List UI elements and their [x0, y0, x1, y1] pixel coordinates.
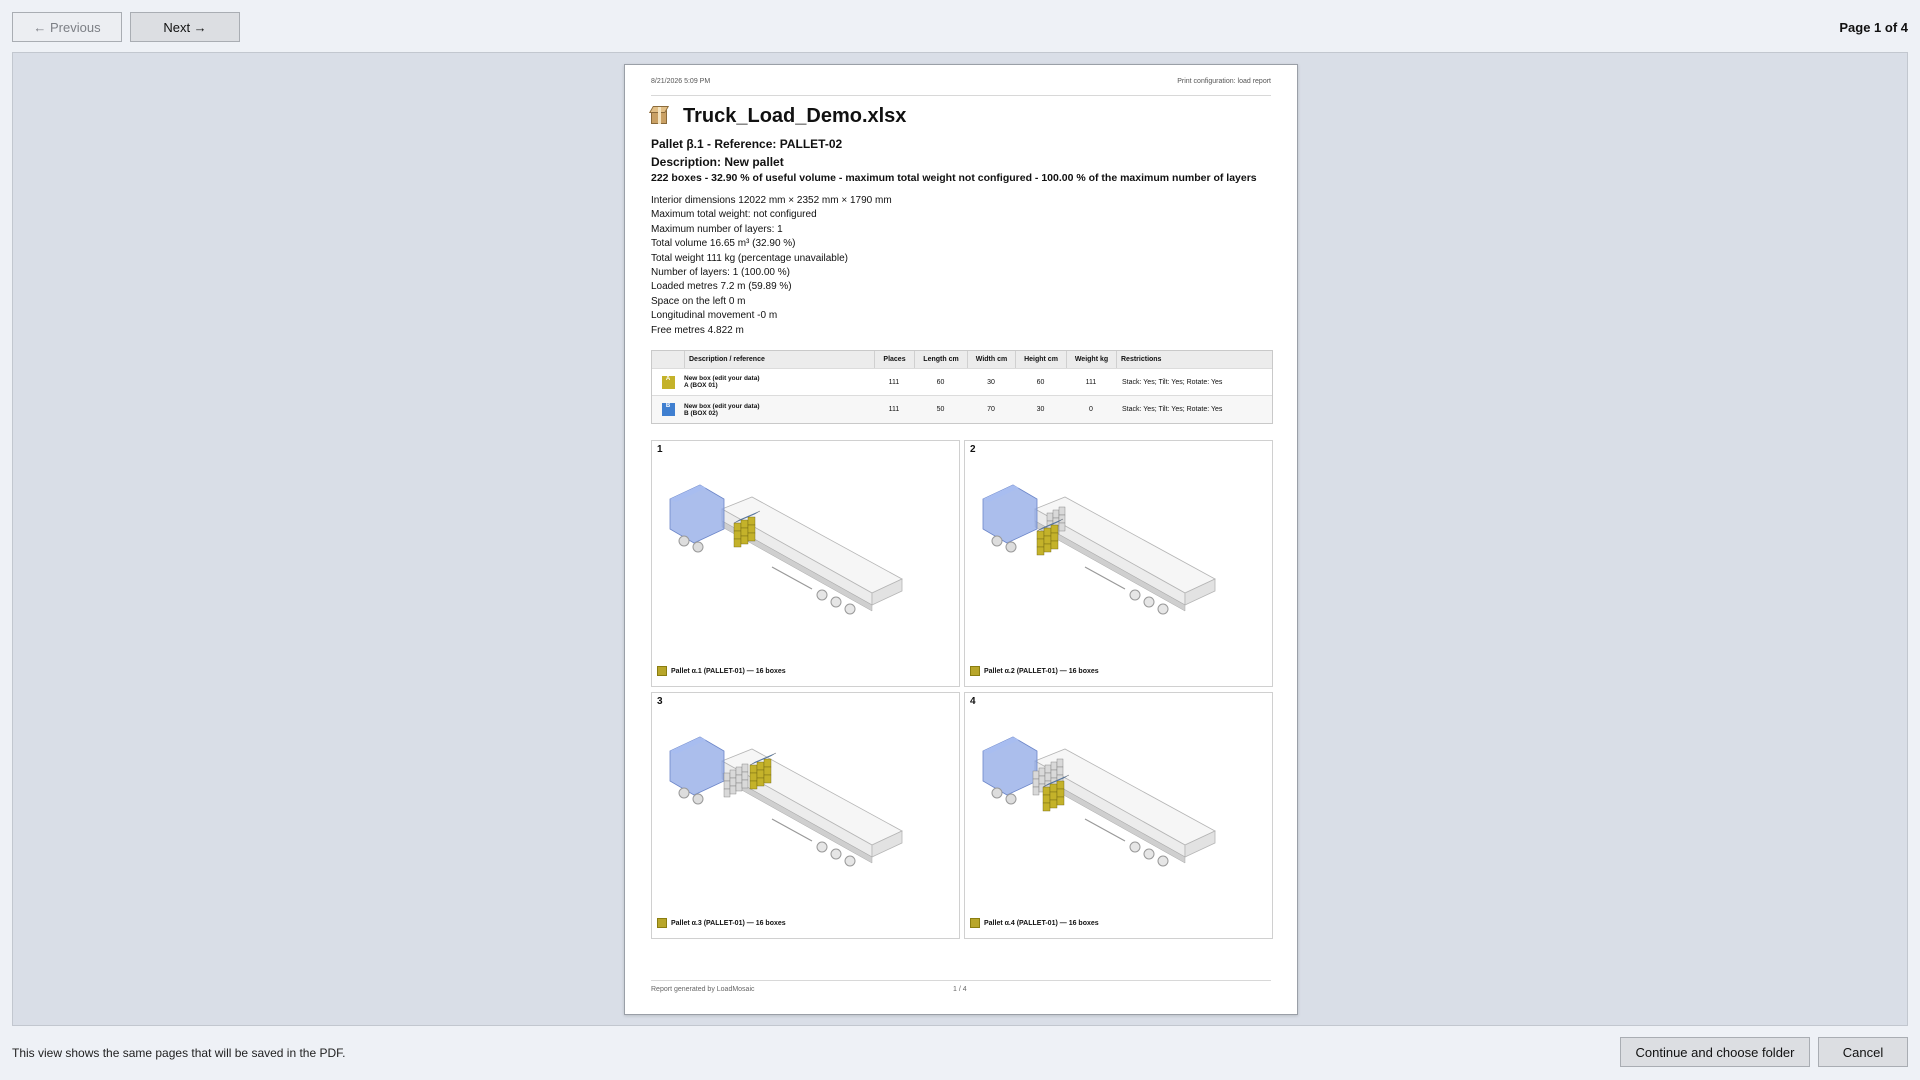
report-timestamp: 8/21/2026 5:09 PM	[651, 78, 711, 85]
weight-cell: 0	[1089, 406, 1093, 413]
box-color-swatch: B	[661, 403, 675, 416]
page-footer: Report generated by LoadMosaic 1 / 4	[651, 980, 1271, 993]
previous-button[interactable]: ← Previous	[12, 12, 122, 42]
step-number: 3	[657, 696, 663, 707]
step-number: 2	[970, 444, 976, 455]
step-number: 4	[970, 696, 976, 707]
step-caption: Pallet α.1 (PALLET-01) — 16 boxes	[657, 666, 786, 676]
generated-by: Report generated by LoadMosaic	[651, 986, 755, 993]
box-table: Description / reference Places Length cm…	[651, 350, 1273, 424]
height-cell: 30	[1036, 406, 1045, 413]
pallet-reference: Pallet β.1 - Reference: PALLET-02	[651, 137, 843, 151]
pallet-description: Description: New pallet	[651, 155, 784, 169]
property-line: Total volume 16.65 m³ (32.90 %)	[651, 238, 796, 250]
load-step-panel: 1 Pallet α.1 (PALLET-01) — 16 boxes	[651, 440, 960, 687]
property-line: Free metres 4.822 m	[651, 324, 744, 336]
cancel-button[interactable]: Cancel	[1818, 1037, 1908, 1067]
pdf-preview-area[interactable]: 8/21/2026 5:09 PM Print configuration: l…	[12, 52, 1908, 1026]
truck-illustration	[669, 736, 903, 867]
pdf-page: 8/21/2026 5:09 PM Print configuration: l…	[624, 64, 1298, 1015]
height-cell: 60	[1036, 378, 1045, 386]
length-cell: 50	[936, 406, 945, 413]
page-indicator: Page 1 of 4	[1839, 20, 1908, 35]
table-header-row: Description / reference Places Length cm…	[652, 351, 1272, 369]
package-icon	[651, 106, 667, 124]
box-description: New box (edit your data) A (BOX 01)	[684, 375, 874, 389]
box-desc-text: New box (edit your data)	[684, 402, 760, 410]
truck-illustration	[982, 484, 1216, 615]
pdf-note: This view shows the same pages that will…	[12, 1046, 346, 1060]
table-row: B New box (edit your data) B (BOX 02) 11…	[652, 396, 1272, 423]
pallet-swatch	[970, 918, 980, 928]
step-caption: Pallet α.3 (PALLET-01) — 16 boxes	[657, 918, 786, 928]
length-cell: 60	[936, 378, 945, 386]
property-line: Maximum number of layers: 1	[651, 223, 783, 235]
box-color-swatch: A	[661, 375, 675, 389]
step-caption-text: Pallet α.4 (PALLET-01) — 16 boxes	[984, 919, 1099, 927]
document-title-text: Truck_Load_Demo.xlsx	[683, 105, 907, 127]
load-step-panel: 2 Pallet α.2 (PALLET-01) — 16 boxes	[964, 440, 1273, 687]
table-header: Length cm	[914, 351, 967, 368]
pallet-swatch	[970, 666, 980, 676]
box-ref-text: B (BOX 02)	[684, 409, 718, 417]
table-header: Weight kg	[1066, 351, 1116, 368]
page-header: 8/21/2026 5:09 PM Print configuration: l…	[651, 78, 1271, 96]
document-title: Truck_Load_Demo.xlsx	[651, 105, 906, 128]
property-line: Interior dimensions 12022 mm × 2352 mm ×…	[651, 195, 892, 206]
truck-illustration	[669, 484, 903, 615]
load-step-panel: 4 Pallet α.4 (PALLET-01) — 16 boxes	[964, 692, 1273, 939]
box-ref-text: A (BOX 01)	[684, 382, 718, 389]
top-toolbar: ← Previous Next → Page 1 of 4	[0, 0, 1920, 52]
restrictions-cell: Stack: Yes; Tilt: Yes; Rotate: Yes	[1122, 406, 1223, 413]
table-header: Description / reference	[684, 351, 874, 368]
property-line: Number of layers: 1 (100.00 %)	[651, 267, 790, 279]
width-cell: 70	[987, 406, 995, 413]
properties-list: Interior dimensions 12022 mm × 2352 mm ×…	[651, 194, 892, 338]
pallet-swatch	[657, 666, 667, 676]
table-header: Height cm	[1015, 351, 1066, 368]
table-header: Places	[874, 351, 914, 368]
table-header-swatch	[652, 351, 684, 368]
property-line: Maximum total weight: not configured	[651, 209, 817, 221]
table-header: Width cm	[967, 351, 1015, 368]
continue-choose-folder-button[interactable]: Continue and choose folder	[1620, 1037, 1810, 1067]
places-cell: 111	[888, 378, 900, 386]
property-line: Longitudinal movement -0 m	[651, 310, 778, 322]
table-header: Restrictions	[1116, 351, 1272, 368]
step-caption: Pallet α.2 (PALLET-01) — 16 boxes	[970, 666, 1099, 676]
places-cell: 111	[888, 406, 900, 413]
box-description: New box (edit your data) B (BOX 02)	[684, 403, 874, 417]
width-cell: 30	[987, 378, 995, 386]
property-line: Space on the left 0 m	[651, 295, 746, 307]
load-step-panel: 3 Pallet α.3 (PALLET-01) — 16 boxes	[651, 692, 960, 939]
print-config-label: Print configuration: load report	[1177, 78, 1271, 85]
property-line: Total weight 111 kg (percentage unavaila…	[651, 252, 848, 264]
box-desc-text: New box (edit your data)	[684, 375, 760, 382]
page-number: 1 / 4	[953, 986, 967, 993]
step-caption-text: Pallet α.1 (PALLET-01) — 16 boxes	[671, 667, 786, 675]
pallet-swatch	[657, 918, 667, 928]
table-row: A New box (edit your data) A (BOX 01) 11…	[652, 369, 1272, 396]
weight-cell: 111	[1085, 378, 1097, 386]
step-caption-text: Pallet α.3 (PALLET-01) — 16 boxes	[671, 919, 786, 927]
step-caption-text: Pallet α.2 (PALLET-01) — 16 boxes	[984, 667, 1099, 675]
load-summary: 222 boxes - 32.90 % of useful volume - m…	[651, 172, 1257, 184]
restrictions-cell: Stack: Yes; Tilt: Yes; Rotate: Yes	[1122, 378, 1223, 386]
step-caption: Pallet α.4 (PALLET-01) — 16 boxes	[970, 918, 1099, 928]
step-number: 1	[657, 444, 663, 455]
truck-illustration	[982, 736, 1216, 867]
property-line: Loaded metres 7.2 m (59.89 %)	[651, 281, 792, 293]
next-button[interactable]: Next →	[130, 12, 240, 42]
